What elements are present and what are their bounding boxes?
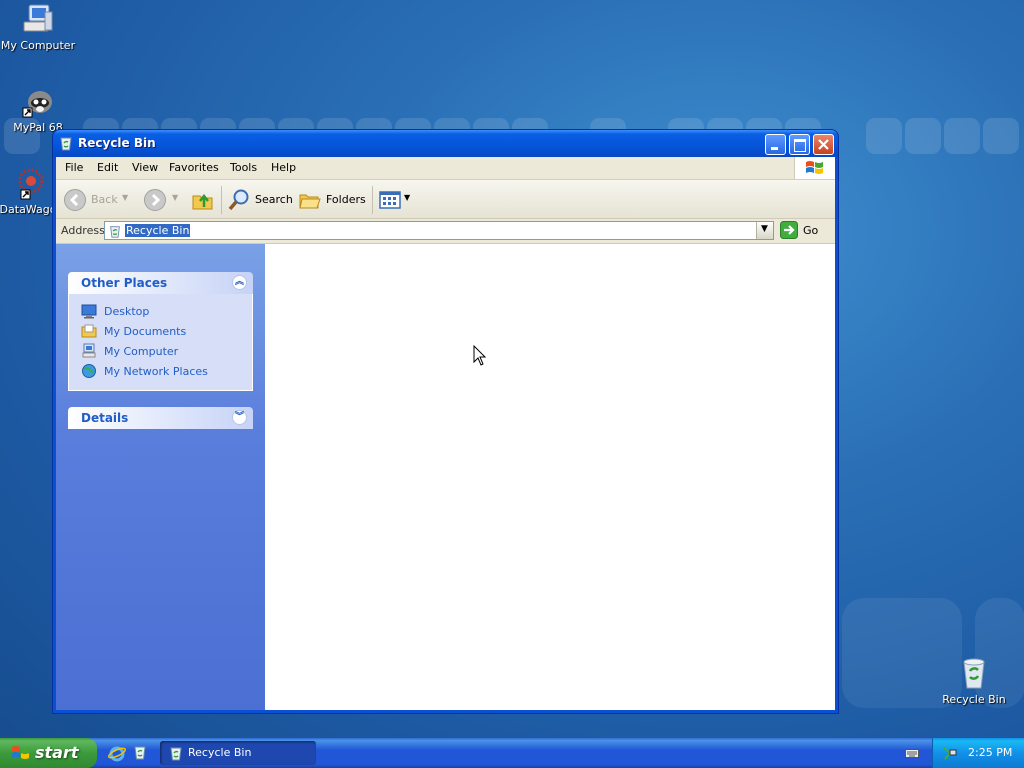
- place-label: My Network Places: [104, 365, 208, 378]
- desktop-icon-mypal[interactable]: MyPal 68: [0, 84, 78, 134]
- menu-favorites[interactable]: Favorites: [169, 161, 219, 174]
- forward-arrow-icon: [144, 189, 166, 211]
- place-label: My Computer: [104, 345, 179, 358]
- file-list-area[interactable]: [265, 244, 835, 710]
- forward-dropdown-icon: ▼: [172, 193, 179, 202]
- window-client: File Edit View Favorites Tools Help Back…: [56, 157, 835, 710]
- recycle-bin-icon: [58, 135, 74, 151]
- quick-launch-recycle-bin[interactable]: [132, 744, 148, 760]
- other-places-header[interactable]: Other Places ︽: [68, 272, 253, 294]
- other-places-title: Other Places: [81, 276, 168, 290]
- taskbar: start Recycle Bin 2:25 PM: [0, 738, 1024, 768]
- search-label: Search: [255, 193, 293, 206]
- my-computer-icon: [21, 2, 55, 36]
- views-icon: [379, 191, 401, 209]
- folders-label: Folders: [326, 193, 366, 206]
- address-input[interactable]: Recycle Bin ▼: [104, 221, 774, 240]
- back-arrow-icon: [64, 189, 86, 211]
- address-label: Address: [61, 224, 105, 237]
- desktop-icon: [81, 304, 97, 319]
- my-documents-icon: [81, 324, 97, 338]
- toolbar-separator: [372, 186, 373, 214]
- recycle-bin-icon: [957, 656, 991, 690]
- network-places-icon: [82, 364, 96, 378]
- close-button[interactable]: [813, 134, 834, 155]
- start-button[interactable]: start: [0, 738, 97, 768]
- windows-flag-icon: [12, 746, 29, 759]
- mypal-icon: [21, 84, 55, 118]
- address-value: Recycle Bin: [125, 224, 191, 237]
- search-button[interactable]: Search: [227, 188, 293, 212]
- views-button[interactable]: ▼: [378, 188, 412, 212]
- taskbar-button-recycle-bin[interactable]: Recycle Bin: [160, 741, 316, 765]
- back-label: Back: [91, 193, 118, 206]
- close-icon: [818, 139, 829, 150]
- address-bar: Address Recycle Bin ▼ Go: [56, 219, 835, 244]
- minimize-button[interactable]: [765, 134, 786, 155]
- toolbar-separator: [221, 186, 222, 214]
- keyboard-tray-icon[interactable]: [905, 747, 919, 759]
- place-label: Desktop: [104, 305, 150, 318]
- desktop-icon-recycle-bin[interactable]: Recycle Bin: [934, 656, 1014, 706]
- desktop-icon-label: Recycle Bin: [942, 693, 1006, 706]
- desktop-icon-label: My Computer: [0, 39, 76, 52]
- back-dropdown-icon: ▼: [122, 193, 129, 202]
- details-title: Details: [81, 411, 129, 425]
- taskbar-button-label: Recycle Bin: [188, 746, 252, 759]
- task-pane: Other Places ︽ Desktop My Documents My C…: [56, 244, 265, 710]
- standard-toolbar: Back ▼ ▼ Search Folders ▼: [56, 180, 835, 219]
- menu-file[interactable]: File: [65, 161, 83, 174]
- window-title: Recycle Bin: [78, 136, 156, 150]
- other-places-panel: Desktop My Documents My Computer My Netw…: [68, 294, 253, 391]
- chevron-down-icon: ▼: [761, 224, 768, 234]
- menu-view[interactable]: View: [132, 161, 158, 174]
- system-tray: 2:25 PM: [932, 738, 1024, 768]
- recycle-bin-icon: [134, 746, 146, 760]
- start-label: start: [35, 743, 79, 762]
- network-tray-icon[interactable]: [942, 745, 958, 761]
- up-folder-icon: [192, 193, 213, 210]
- back-button[interactable]: Back ▼: [63, 188, 128, 212]
- views-dropdown-icon: ▼: [404, 193, 411, 202]
- collapse-icon[interactable]: ︽: [232, 275, 247, 290]
- details-header[interactable]: Details ︾: [68, 407, 253, 429]
- folders-icon: [299, 194, 321, 209]
- menu-help[interactable]: Help: [271, 161, 296, 174]
- search-icon: [228, 189, 249, 211]
- my-computer-icon: [82, 343, 96, 358]
- clock[interactable]: 2:25 PM: [968, 746, 1012, 759]
- expand-icon[interactable]: ︾: [232, 410, 247, 425]
- recycle-bin-icon: [110, 226, 120, 238]
- address-dropdown-button[interactable]: ▼: [756, 222, 773, 239]
- maximize-button[interactable]: [789, 134, 810, 155]
- place-label: My Documents: [104, 325, 187, 338]
- maximize-icon: [794, 139, 806, 152]
- menu-bar: File Edit View Favorites Tools Help: [56, 157, 835, 180]
- recycle-bin-icon: [170, 747, 182, 761]
- forward-button[interactable]: ▼: [143, 188, 181, 212]
- menu-tools[interactable]: Tools: [230, 161, 257, 174]
- go-button[interactable]: Go: [780, 221, 830, 240]
- title-bar[interactable]: Recycle Bin: [53, 130, 838, 157]
- quick-launch-ie[interactable]: [107, 744, 127, 762]
- internet-explorer-icon: [107, 746, 127, 762]
- keyboard-icon: [905, 749, 919, 758]
- menu-edit[interactable]: Edit: [97, 161, 118, 174]
- windows-logo: [794, 157, 835, 179]
- desktop-icon-my-computer[interactable]: My Computer: [0, 2, 78, 52]
- recycle-bin-window: Recycle Bin File Edit View Favorites Too…: [53, 130, 838, 713]
- mouse-cursor-icon: [473, 345, 487, 366]
- windows-flag-icon: [806, 161, 823, 174]
- folders-button[interactable]: Folders: [298, 188, 366, 212]
- datawagon-icon: [11, 166, 45, 200]
- up-folder-button[interactable]: [191, 188, 215, 212]
- go-label: Go: [803, 224, 819, 237]
- minimize-icon: [771, 147, 778, 150]
- go-arrow-icon: [780, 221, 798, 239]
